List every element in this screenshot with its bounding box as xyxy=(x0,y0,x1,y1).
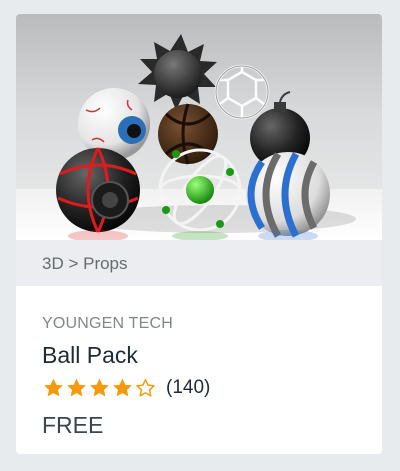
category-bar: 3D > Props xyxy=(16,240,382,286)
star-filled-icon xyxy=(67,378,86,397)
star-filled-icon xyxy=(113,378,132,397)
star-filled-icon xyxy=(90,378,109,397)
rating-count: (140) xyxy=(166,377,211,398)
star-filled-icon xyxy=(44,378,63,397)
asset-card[interactable]: 3D > Props YOUNGEN TECH Ball Pack (140) … xyxy=(16,14,382,454)
product-title[interactable]: Ball Pack xyxy=(42,342,138,369)
product-thumbnail[interactable] xyxy=(16,14,382,240)
ball-pack-preview-image xyxy=(16,34,382,240)
rating: (140) xyxy=(42,376,210,400)
price-label: FREE xyxy=(42,412,104,438)
category-breadcrumb[interactable]: 3D > Props xyxy=(42,254,128,274)
star-outline-icon xyxy=(136,378,155,397)
publisher-name[interactable]: YOUNGEN TECH xyxy=(42,315,173,333)
